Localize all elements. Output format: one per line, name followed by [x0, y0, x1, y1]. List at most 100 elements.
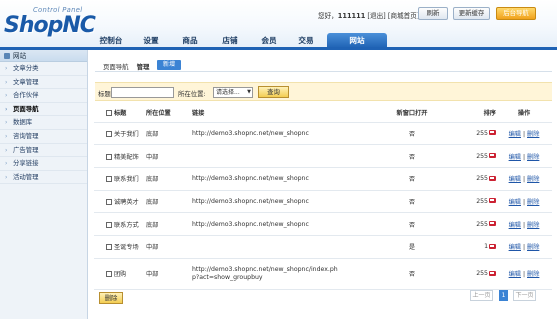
- row-checkbox[interactable]: [106, 176, 112, 183]
- edit-link[interactable]: 编辑: [509, 222, 521, 229]
- cell-location: 中部: [146, 144, 192, 168]
- sidebar-item-page-nav[interactable]: › 页面导航: [0, 103, 87, 117]
- edit-sort-icon[interactable]: [489, 221, 496, 227]
- sort-value[interactable]: 255: [476, 130, 488, 137]
- tab-trade[interactable]: 交易: [288, 33, 324, 48]
- cell-location: 底部: [146, 167, 192, 191]
- row-checkbox[interactable]: [106, 244, 112, 251]
- tab-stores[interactable]: 店铺: [210, 33, 250, 48]
- delete-link[interactable]: 删除: [527, 199, 539, 206]
- logout-link[interactable]: [退出]: [367, 12, 385, 20]
- edit-link[interactable]: 编辑: [509, 271, 521, 278]
- refresh-button[interactable]: 刷新: [418, 7, 448, 20]
- delete-link[interactable]: 删除: [527, 176, 539, 183]
- tab-dashboard[interactable]: 控制台: [90, 33, 132, 48]
- admin-nav-button[interactable]: 后台导航: [496, 7, 536, 20]
- row-checkbox[interactable]: [106, 271, 112, 278]
- separator: |: [522, 153, 526, 161]
- delete-link[interactable]: 删除: [527, 244, 539, 251]
- location-label: 所在位置:: [178, 90, 206, 98]
- edit-link[interactable]: 编辑: [509, 244, 521, 251]
- cell-title: 圣诞专场: [94, 235, 146, 259]
- tab-manage[interactable]: 管理: [137, 63, 150, 71]
- sidebar-item-share-links[interactable]: › 分享链接: [0, 157, 87, 171]
- sort-value[interactable]: 255: [476, 175, 488, 182]
- edit-sort-icon[interactable]: [489, 243, 496, 249]
- cell-sort: 255: [440, 212, 496, 236]
- sidebar-item-label: 合作伙伴: [13, 91, 39, 100]
- cell-new-window: 否: [384, 190, 440, 214]
- sidebar-item-label: 活动管理: [13, 172, 39, 181]
- edit-sort-icon[interactable]: [489, 153, 496, 159]
- next-page-button[interactable]: 下一页: [513, 290, 536, 301]
- sidebar-item-activities[interactable]: › 活动管理: [0, 171, 87, 185]
- edit-link[interactable]: 编辑: [509, 131, 521, 138]
- sidebar-item-ads[interactable]: › 广告管理: [0, 144, 87, 158]
- delete-link[interactable]: 删除: [527, 154, 539, 161]
- edit-link[interactable]: 编辑: [509, 199, 521, 206]
- table-row: 圣诞专场 中部 是 1 编辑 | 删除: [94, 235, 552, 259]
- row-checkbox[interactable]: [106, 130, 112, 137]
- table-row: 联系我们 底部 http://demo3.shopnc.net/new_shop…: [94, 167, 552, 191]
- tab-goods[interactable]: 商品: [170, 33, 210, 48]
- prev-page-button[interactable]: 上一页: [470, 290, 493, 301]
- cell-sort: 255: [440, 122, 496, 146]
- select-all-checkbox[interactable]: [106, 109, 112, 116]
- cell-title: 关于我们: [94, 122, 146, 146]
- edit-sort-icon[interactable]: [489, 270, 496, 276]
- title-input[interactable]: [111, 87, 174, 98]
- cell-new-window: 否: [384, 258, 440, 290]
- row-title: 联系方式: [114, 221, 139, 229]
- cell-location: 底部: [146, 212, 192, 236]
- edit-link[interactable]: 编辑: [509, 176, 521, 183]
- sort-value[interactable]: 255: [476, 198, 488, 205]
- cell-link: http://demo3.shopnc.net/new_shopnc: [192, 122, 384, 146]
- delete-link[interactable]: 删除: [527, 222, 539, 229]
- row-checkbox[interactable]: [106, 221, 112, 228]
- query-button[interactable]: 查询: [258, 86, 289, 98]
- location-select[interactable]: 请选择... ▼: [213, 87, 253, 98]
- sidebar-item-article-category[interactable]: › 文章分类: [0, 62, 87, 76]
- current-page[interactable]: 1: [499, 290, 508, 301]
- logo: ShopNC: [4, 13, 96, 38]
- tab-website[interactable]: 网站: [327, 33, 387, 48]
- bulk-delete-button[interactable]: 删除: [99, 292, 123, 304]
- sort-value[interactable]: 255: [476, 153, 488, 160]
- update-cache-button[interactable]: 更新缓存: [453, 7, 490, 20]
- header: Control Panel ShopNC 您好，111111 [退出] [商城首…: [0, 0, 557, 48]
- sidebar-item-consult[interactable]: › 咨询管理: [0, 130, 87, 144]
- sort-value[interactable]: 1: [484, 243, 488, 250]
- nav-table: 标题 所在位置 链接 新窗口打开 排序 操作 关于我们 底部 http://de…: [94, 103, 552, 290]
- sort-value[interactable]: 255: [476, 270, 488, 277]
- separator: |: [522, 130, 526, 138]
- row-checkbox[interactable]: [106, 153, 112, 160]
- sort-value[interactable]: 255: [476, 221, 488, 228]
- add-button[interactable]: 新增: [157, 60, 181, 70]
- cell-location: 中部: [146, 235, 192, 259]
- arrow-icon: ›: [5, 132, 8, 140]
- delete-link[interactable]: 删除: [527, 271, 539, 278]
- username: 111111: [337, 12, 366, 20]
- sidebar-item-partners[interactable]: › 合作伙伴: [0, 89, 87, 103]
- row-checkbox[interactable]: [106, 198, 112, 205]
- row-title: 团购: [114, 271, 127, 279]
- filter-bar: 标题: 所在位置: 请选择... ▼ 查询: [95, 82, 552, 101]
- edit-sort-icon[interactable]: [489, 198, 496, 204]
- edit-sort-icon[interactable]: [489, 175, 496, 181]
- edit-sort-icon[interactable]: [489, 130, 496, 136]
- store-home-link[interactable]: [商城首页]: [388, 12, 420, 20]
- cell-link: http://demo3.shopnc.net/new_shopnc: [192, 190, 384, 214]
- edit-link[interactable]: 编辑: [509, 154, 521, 161]
- tab-members[interactable]: 会员: [250, 33, 288, 48]
- cell-title: 联系方式: [94, 212, 146, 236]
- sidebar-item-article-manage[interactable]: › 文章管理: [0, 76, 87, 90]
- table-row: 联系方式 底部 http://demo3.shopnc.net/new_shop…: [94, 212, 552, 236]
- cell-link: [192, 235, 384, 259]
- separator: |: [522, 198, 526, 206]
- sidebar-item-label: 广告管理: [13, 145, 39, 154]
- sidebar-item-database[interactable]: › 数据库: [0, 116, 87, 130]
- col-ops: 操作: [496, 103, 552, 123]
- delete-link[interactable]: 删除: [527, 131, 539, 138]
- cell-link: http://demo3.shopnc.net/new_shopnc: [192, 212, 384, 236]
- tab-settings[interactable]: 设置: [132, 33, 170, 48]
